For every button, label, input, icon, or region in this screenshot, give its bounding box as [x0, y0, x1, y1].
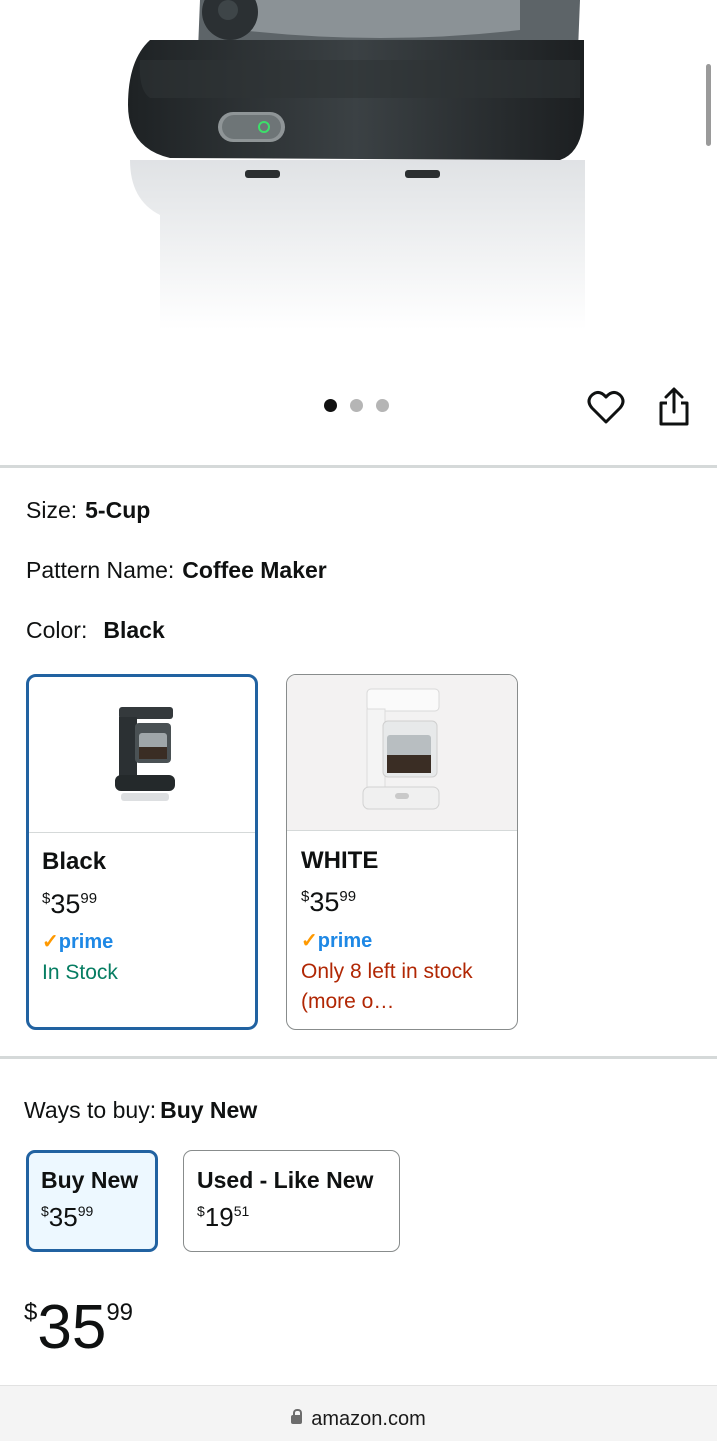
price-whole: 35 [37, 1293, 107, 1362]
pagination-dot-3[interactable] [376, 399, 389, 412]
swatch-name: WHITE [301, 847, 379, 874]
size-attribute: Size: 5-Cup [26, 497, 150, 524]
availability-status: In Stock [42, 961, 118, 984]
swatch-price: $3599 [301, 887, 356, 918]
color-label: Color: [26, 617, 88, 643]
currency-symbol: $ [24, 1299, 38, 1326]
lock-icon [291, 1409, 303, 1424]
prime-label: prime [317, 930, 373, 952]
ways-to-buy-label: Ways to buy: [24, 1097, 157, 1123]
product-price: $3599 [24, 1282, 133, 1359]
address-text[interactable]: amazon.com [0, 1408, 717, 1431]
currency-symbol: $ [41, 1203, 49, 1219]
price-whole: 19 [204, 1202, 234, 1232]
color-swatch-white[interactable]: WHITE $3599 ✓prime Only 8 left in stock … [286, 674, 518, 1030]
heart-icon[interactable] [586, 388, 626, 428]
prime-check-icon: ✓ [301, 930, 318, 952]
pattern-value: Coffee Maker [182, 557, 327, 583]
white-coffee-maker-thumbnail [362, 688, 440, 810]
buy-option-price: $1951 [197, 1202, 249, 1233]
color-value: Black [103, 617, 165, 643]
black-coffee-maker-thumbnail [115, 707, 175, 801]
buy-option-new[interactable]: Buy New $3599 [26, 1150, 158, 1252]
price-whole: 35 [50, 889, 81, 919]
swatch-image-black [29, 677, 255, 833]
ways-to-buy-heading: Ways to buy: Buy New [24, 1097, 257, 1124]
share-icon[interactable] [654, 386, 694, 428]
currency-symbol: $ [197, 1203, 205, 1219]
pagination-dot-1[interactable] [324, 399, 337, 412]
color-attribute: Color: Black [26, 617, 165, 644]
browser-address-bar[interactable]: amazon.com [0, 1385, 717, 1441]
price-fraction: 99 [80, 890, 98, 907]
url-label: amazon.com [311, 1408, 426, 1430]
buy-option-label: Used - Like New [197, 1167, 374, 1193]
price-whole: 35 [48, 1202, 78, 1232]
price-whole: 35 [309, 887, 340, 917]
prime-badge: ✓prime [301, 928, 372, 953]
product-image[interactable] [0, 0, 717, 360]
product-image-gallery[interactable] [0, 0, 717, 465]
price-fraction: 51 [233, 1203, 250, 1219]
section-divider [0, 465, 717, 468]
ways-to-buy-value: Buy New [160, 1097, 258, 1123]
swatch-price: $3599 [42, 889, 97, 920]
buy-option-price: $3599 [41, 1202, 93, 1233]
pattern-attribute: Pattern Name: Coffee Maker [26, 557, 327, 584]
page-scrollbar[interactable] [706, 64, 711, 146]
price-fraction: 99 [106, 1299, 134, 1326]
size-value: 5-Cup [85, 497, 151, 523]
availability-status: Only 8 left in stock (more o… [301, 960, 473, 1013]
color-swatch-black[interactable]: Black $3599 ✓prime In Stock [26, 674, 258, 1030]
size-label: Size: [26, 497, 78, 523]
prime-label: prime [58, 931, 114, 953]
prime-badge: ✓prime [42, 929, 113, 954]
buy-option-label: Buy New [41, 1167, 139, 1193]
buy-option-used-like-new[interactable]: Used - Like New $1951 [183, 1150, 400, 1252]
pagination-dot-2[interactable] [350, 399, 363, 412]
pattern-label: Pattern Name: [26, 557, 175, 583]
swatch-image-white [287, 675, 517, 831]
price-fraction: 99 [339, 888, 357, 905]
price-fraction: 99 [77, 1203, 94, 1219]
section-divider [0, 1056, 717, 1059]
swatch-name: Black [42, 848, 107, 875]
prime-check-icon: ✓ [42, 931, 59, 953]
image-pagination-dots[interactable] [324, 399, 389, 412]
